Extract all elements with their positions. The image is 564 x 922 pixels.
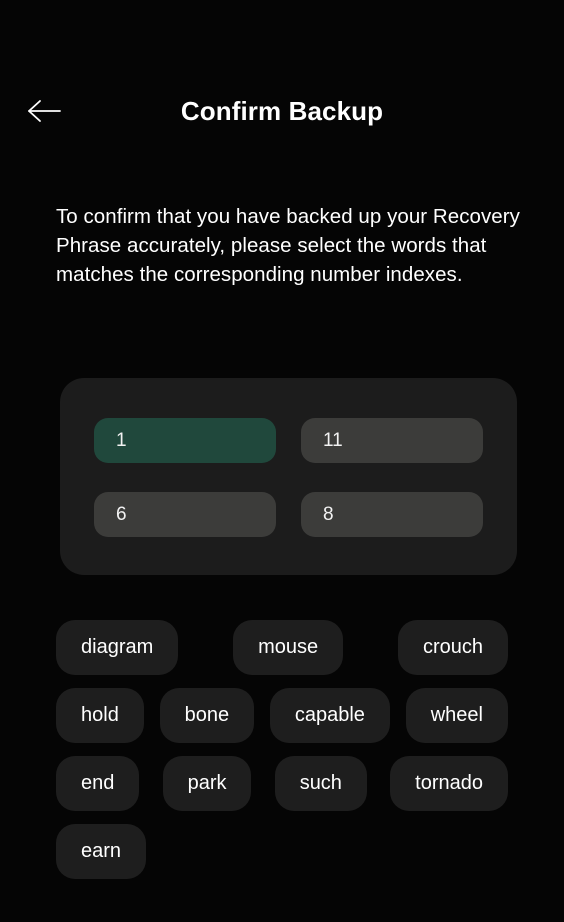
- index-slot-1[interactable]: 1: [94, 418, 276, 463]
- word-bank-row: earn: [56, 824, 508, 879]
- index-slot-label: 6: [116, 503, 127, 525]
- page-title: Confirm Backup: [180, 95, 384, 126]
- word-bank-row: diagram mouse crouch: [56, 620, 508, 675]
- index-slot-panel: 1 11 6 8: [60, 378, 517, 575]
- word-chip[interactable]: capable: [269, 688, 390, 743]
- word-chip[interactable]: crouch: [397, 620, 508, 675]
- word-chip[interactable]: park: [162, 756, 252, 811]
- index-slot-label: 8: [323, 503, 334, 525]
- index-slot-11[interactable]: 11: [301, 418, 483, 463]
- index-slot-8[interactable]: 8: [301, 492, 483, 537]
- word-chip[interactable]: mouse: [233, 620, 344, 675]
- arrow-left-icon: [26, 98, 62, 124]
- word-chip[interactable]: end: [56, 756, 140, 811]
- word-chip[interactable]: bone: [159, 688, 255, 743]
- word-bank-row: end park such tornado: [56, 756, 508, 811]
- index-slot-label: 11: [323, 429, 343, 451]
- word-chip[interactable]: wheel: [405, 688, 508, 743]
- word-bank-row: hold bone capable wheel: [56, 688, 508, 743]
- word-chip[interactable]: hold: [56, 688, 144, 743]
- instruction-text: To confirm that you have backed up your …: [56, 205, 520, 286]
- index-slot-grid: 1 11 6 8: [94, 418, 483, 537]
- word-chip[interactable]: diagram: [56, 620, 179, 675]
- app-header: Confirm Backup: [0, 84, 564, 138]
- word-chip[interactable]: tornado: [390, 756, 508, 811]
- index-slot-6[interactable]: 6: [94, 492, 276, 537]
- word-chip[interactable]: such: [274, 756, 367, 811]
- word-bank: diagram mouse crouch hold bone capable w…: [56, 620, 508, 892]
- word-chip[interactable]: earn: [56, 824, 147, 879]
- index-slot-label: 1: [116, 429, 127, 451]
- back-button[interactable]: [18, 89, 70, 133]
